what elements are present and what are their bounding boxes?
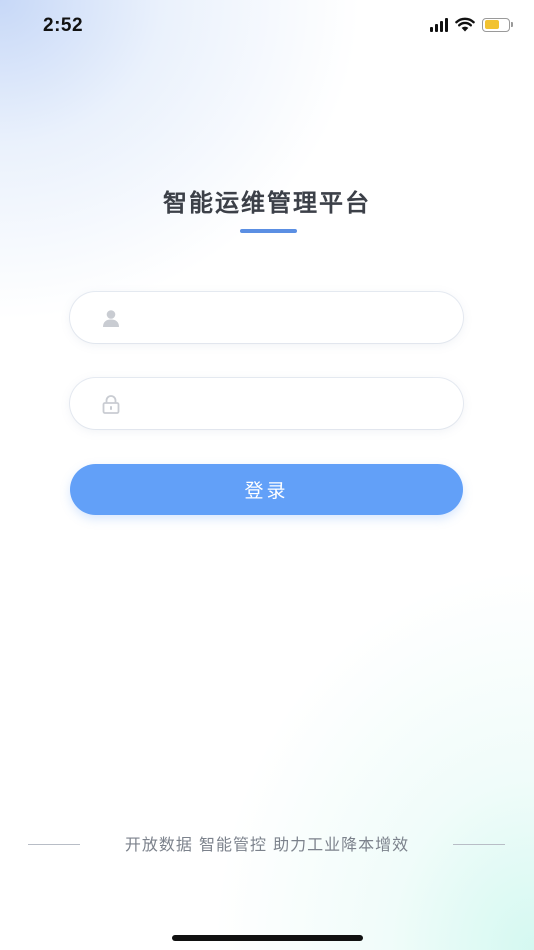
wifi-icon bbox=[455, 17, 475, 32]
slogan-divider-right bbox=[453, 844, 505, 845]
password-input[interactable] bbox=[135, 378, 439, 429]
user-icon bbox=[99, 306, 123, 330]
login-button[interactable]: 登录 bbox=[70, 464, 463, 515]
lock-icon bbox=[99, 392, 123, 416]
cellular-signal-icon bbox=[430, 17, 448, 32]
home-indicator[interactable] bbox=[172, 935, 363, 941]
battery-level bbox=[484, 20, 499, 29]
page-title: 智能运维管理平台 bbox=[163, 189, 371, 217]
username-input[interactable] bbox=[135, 292, 439, 343]
status-bar: 2:52 bbox=[0, 0, 534, 52]
footer-slogan: 开放数据 智能管控 助力工业降本增效 bbox=[0, 832, 534, 858]
status-icons bbox=[430, 17, 513, 32]
battery-icon bbox=[482, 17, 513, 32]
title-underline bbox=[240, 229, 297, 233]
slogan-text: 开放数据 智能管控 助力工业降本增效 bbox=[124, 835, 410, 854]
password-field[interactable] bbox=[70, 378, 463, 429]
status-time: 2:52 bbox=[43, 15, 84, 36]
username-field[interactable] bbox=[70, 292, 463, 343]
